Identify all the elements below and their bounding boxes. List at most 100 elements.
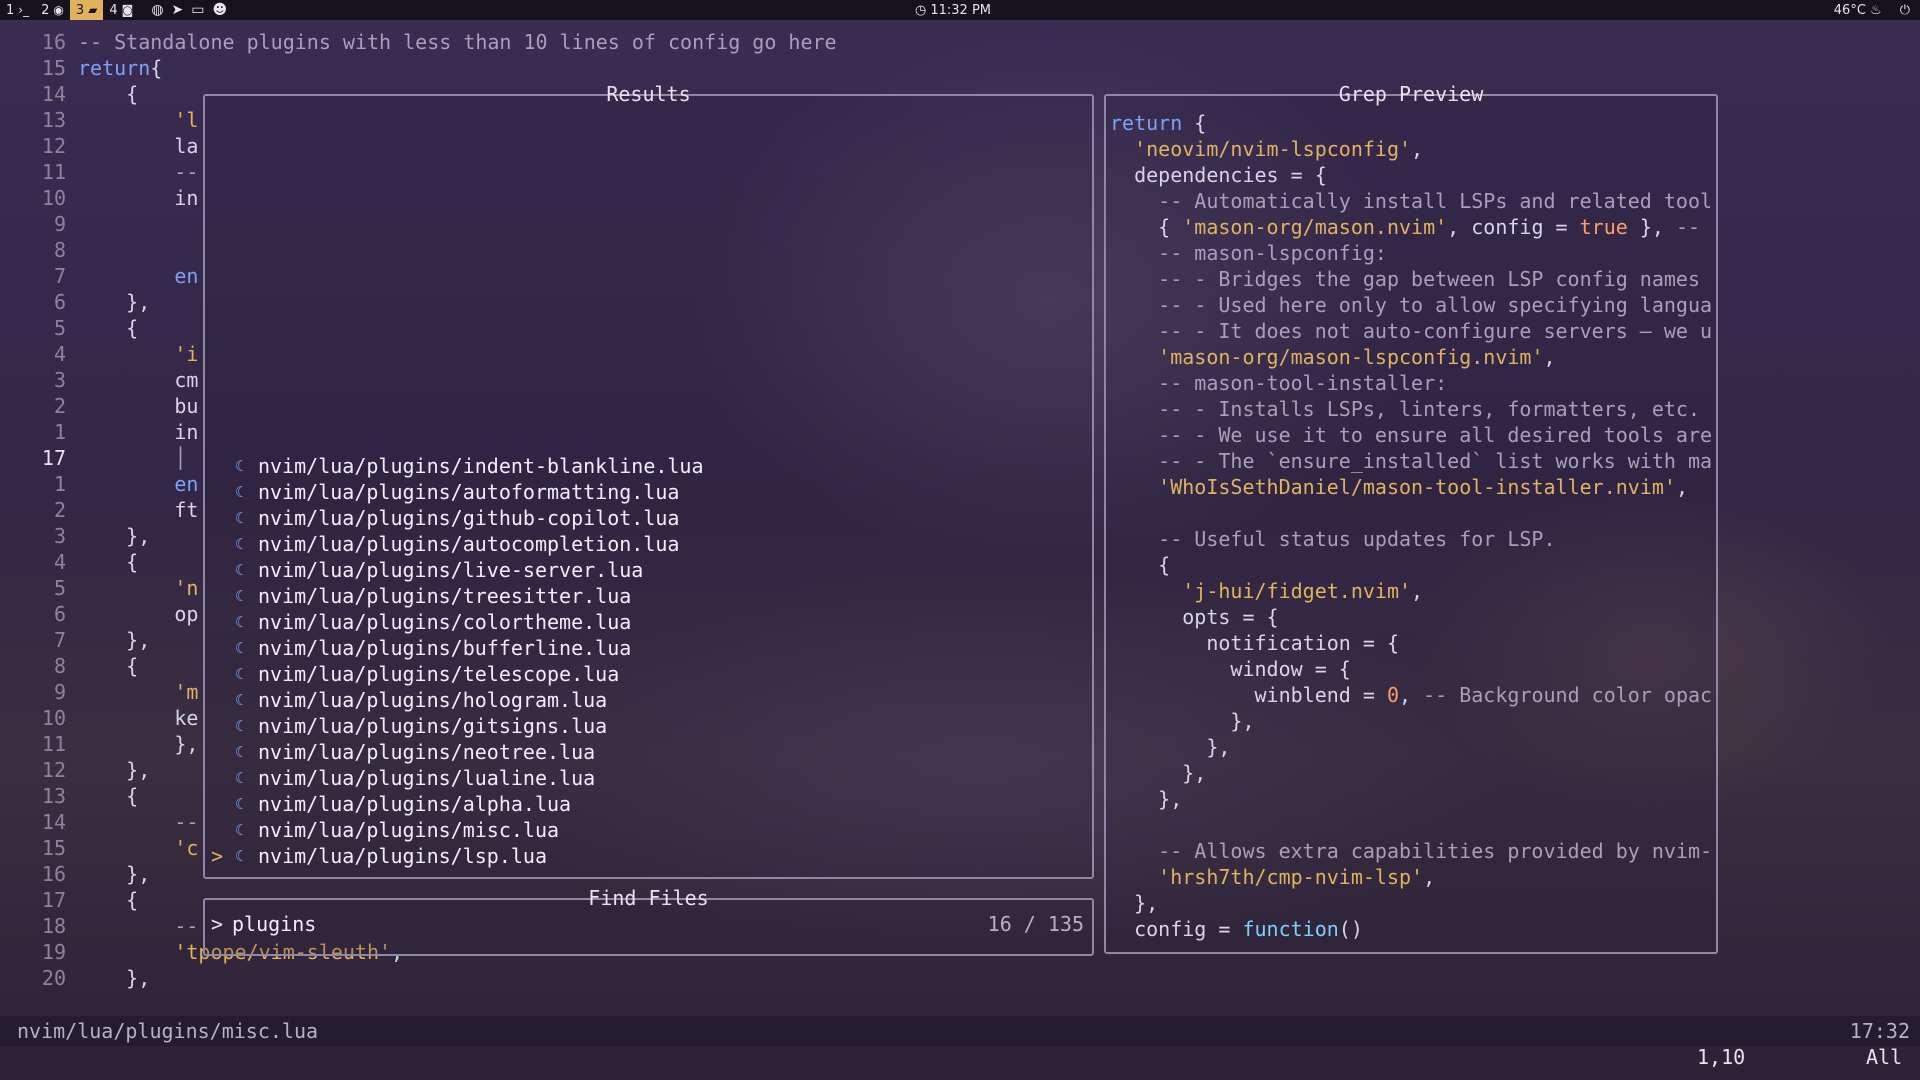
- result-path: nvim/lua/plugins/autocompletion.lua: [258, 532, 680, 556]
- line-number: 18: [41, 914, 66, 938]
- line-number: 3: [53, 368, 66, 392]
- line-number: 15: [41, 56, 66, 80]
- preview-line: -- Allows extra capabilities provided by…: [1110, 839, 1713, 863]
- command-line[interactable]: 1,10 All: [0, 1044, 1920, 1080]
- result-path: nvim/lua/plugins/alpha.lua: [258, 792, 572, 816]
- result-path: nvim/lua/plugins/treesitter.lua: [258, 584, 632, 608]
- browser-icon: ◉: [53, 3, 64, 17]
- line-code: in: [78, 420, 199, 444]
- line-number: 15: [41, 836, 66, 860]
- line-code: {: [78, 654, 139, 678]
- preview-line: {: [1110, 553, 1171, 577]
- clock-icon: ◷: [915, 2, 927, 18]
- steam-icon[interactable]: ◍: [151, 2, 163, 18]
- lua-file-icon: ☾: [235, 743, 245, 761]
- preview-line: 'hrsh7th/cmp-nvim-lsp',: [1158, 865, 1436, 889]
- result-path: nvim/lua/plugins/indent-blankline.lua: [258, 454, 704, 478]
- line-number: 13: [41, 108, 66, 132]
- line-code: │: [78, 446, 187, 470]
- preview-line: -- - Used here only to allow specifying …: [1110, 293, 1713, 317]
- preview-line: 'neovim/nvim-lspconfig',: [1134, 137, 1424, 161]
- window-icon[interactable]: ▭: [191, 2, 204, 18]
- line-number: 4: [53, 550, 66, 574]
- line-number: 10: [41, 706, 66, 730]
- line-code: 'c: [78, 836, 199, 860]
- discord-icon[interactable]: ☻: [213, 2, 228, 18]
- line-code: {: [78, 784, 139, 808]
- lua-file-icon: ☾: [235, 509, 245, 527]
- preview-line: -- - Bridges the gap between LSP config …: [1110, 267, 1701, 291]
- line-code: 'i: [78, 342, 199, 366]
- line-number: 6: [53, 602, 66, 626]
- lua-file-icon: ☾: [235, 847, 245, 865]
- line-code: },: [78, 732, 199, 756]
- lua-file-icon: ☾: [235, 821, 245, 839]
- line-code: --: [78, 810, 199, 834]
- line-code: en: [78, 472, 199, 496]
- telegram-icon[interactable]: ➤: [172, 2, 184, 18]
- line-code: ke: [78, 706, 199, 730]
- line-code: op: [78, 602, 199, 626]
- result-path: nvim/lua/plugins/lualine.lua: [258, 766, 596, 790]
- lua-file-icon: ☾: [235, 769, 245, 787]
- line-number: 6: [53, 290, 66, 314]
- preview-line: },: [1110, 787, 1183, 811]
- line-number: 4: [53, 342, 66, 366]
- line-code: --: [78, 914, 199, 938]
- line-number: 16: [41, 862, 66, 886]
- lua-file-icon: ☾: [235, 613, 245, 631]
- workspace-1[interactable]: 1 ›_: [0, 0, 35, 20]
- workspace-2[interactable]: 2 ◉: [35, 0, 70, 20]
- line-number: 2: [53, 498, 66, 522]
- preview-line: window = {: [1110, 657, 1351, 681]
- results-title: Results: [606, 82, 691, 106]
- cursor-position: 1,10: [1697, 1045, 1746, 1069]
- line-code: en: [78, 264, 199, 288]
- preview-line: winblend = 0, -- Background color opac: [1110, 683, 1713, 707]
- line-number: 13: [41, 784, 66, 808]
- result-path: nvim/lua/plugins/github-copilot.lua: [258, 506, 680, 530]
- line-code: -- Standalone plugins with less than 10 …: [78, 30, 837, 54]
- preview-line: return {: [1110, 111, 1207, 135]
- line-number: 17: [41, 446, 66, 470]
- line-number: 19: [41, 940, 66, 964]
- power-icon[interactable]: ⏻: [1900, 3, 1910, 18]
- line-number: 10: [41, 186, 66, 210]
- preview-line: opts = {: [1110, 605, 1279, 629]
- line-number: 9: [53, 680, 66, 704]
- folder-icon: ▰: [88, 3, 98, 17]
- line-number: 9: [53, 212, 66, 236]
- line-code: },: [78, 628, 151, 652]
- workspace-3[interactable]: 3 ▰: [69, 0, 104, 20]
- lua-file-icon: ☾: [235, 665, 245, 683]
- line-number: 2: [53, 394, 66, 418]
- line-code: },: [78, 862, 151, 886]
- line-code: ft: [78, 498, 199, 522]
- result-path: nvim/lua/plugins/telescope.lua: [258, 662, 620, 686]
- status-time: 17:32: [1849, 1019, 1910, 1043]
- search-input[interactable]: [232, 910, 832, 938]
- line-code: },: [78, 290, 151, 314]
- status-file-path: nvim/lua/plugins/misc.lua: [17, 1019, 319, 1043]
- result-path: nvim/lua/plugins/hologram.lua: [258, 688, 608, 712]
- workspace-4[interactable]: 4 ◙: [103, 0, 139, 20]
- preview-line: { 'mason-org/mason.nvim', config = true …: [1110, 215, 1701, 239]
- line-code: 'm: [78, 680, 199, 704]
- result-path: nvim/lua/plugins/gitsigns.lua: [258, 714, 608, 738]
- status-line: nvim/lua/plugins/misc.lua 17:32: [0, 1016, 1920, 1046]
- result-path: nvim/lua/plugins/bufferline.lua: [258, 636, 632, 660]
- preview-line: },: [1110, 709, 1255, 733]
- line-number: 14: [41, 810, 66, 834]
- line-code: 'l: [78, 108, 199, 132]
- preview-line: 'j-hui/fidget.nvim',: [1182, 579, 1424, 603]
- preview-line: },: [1110, 891, 1159, 915]
- line-code: cm: [78, 368, 199, 392]
- preview-line: -- mason-tool-installer:: [1110, 371, 1448, 395]
- workspace-number: 3: [75, 2, 85, 18]
- camera-icon: ◙: [121, 3, 134, 17]
- line-number: 8: [53, 654, 66, 678]
- grep-preview-window: Grep Preview return { 'neovim/nvim-lspco…: [1104, 82, 1718, 954]
- line-code: {: [78, 82, 139, 106]
- find-files-prompt: Find Files > 16 / 135: [203, 886, 1094, 956]
- line-number: 11: [41, 160, 66, 184]
